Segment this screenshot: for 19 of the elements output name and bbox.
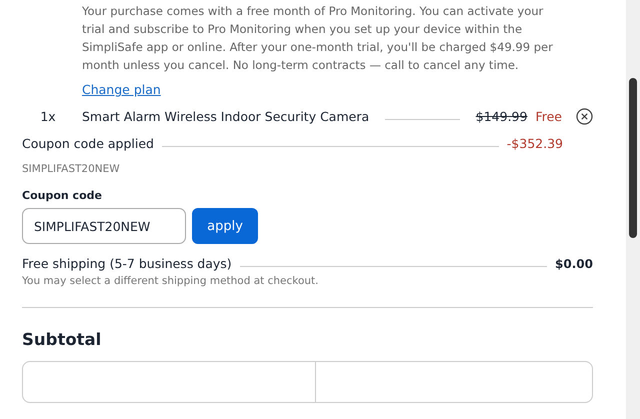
item-quantity: 1x <box>39 108 57 124</box>
item-name: Smart Alarm Wireless Indoor Security Camera <box>82 108 370 124</box>
shipping-note: You may select a different shipping method at checkout. <box>22 275 320 287</box>
coupon-applied-label: Coupon code applied <box>22 136 154 151</box>
applied-coupon-code: SIMPLIFAST20NEW <box>22 163 121 175</box>
coupon-discount: -$352.39 <box>506 136 563 151</box>
scrollbar[interactable] <box>626 0 640 419</box>
original-price: $149.99 <box>476 108 528 124</box>
coupon-code-label: Coupon code <box>22 189 103 202</box>
remove-icon[interactable] <box>576 108 593 124</box>
apply-button[interactable]: apply <box>192 208 258 244</box>
shipping-label: Free shipping (5-7 business days) <box>22 256 232 271</box>
subtotal-heading: Subtotal <box>22 330 102 349</box>
plan-description: Your purchase comes with a free month of Pro Monitoring. You can activate your trial and subscribe to Pro Monitoring when you set up your device within the SimpliSafe app or online. After your one-month trial, you'll be charged $49.99 per month unless you cancel. No long-term contracts — call to cancel any time. <box>82 3 554 74</box>
scrollbar-thumb[interactable] <box>629 78 637 238</box>
change-plan-link[interactable]: Change plan <box>82 82 161 97</box>
coupon-code-field[interactable]: SIMPLIFAST20NEW <box>22 208 186 244</box>
item-price: Free <box>535 108 562 124</box>
shipping-price: $0.00 <box>555 256 593 270</box>
